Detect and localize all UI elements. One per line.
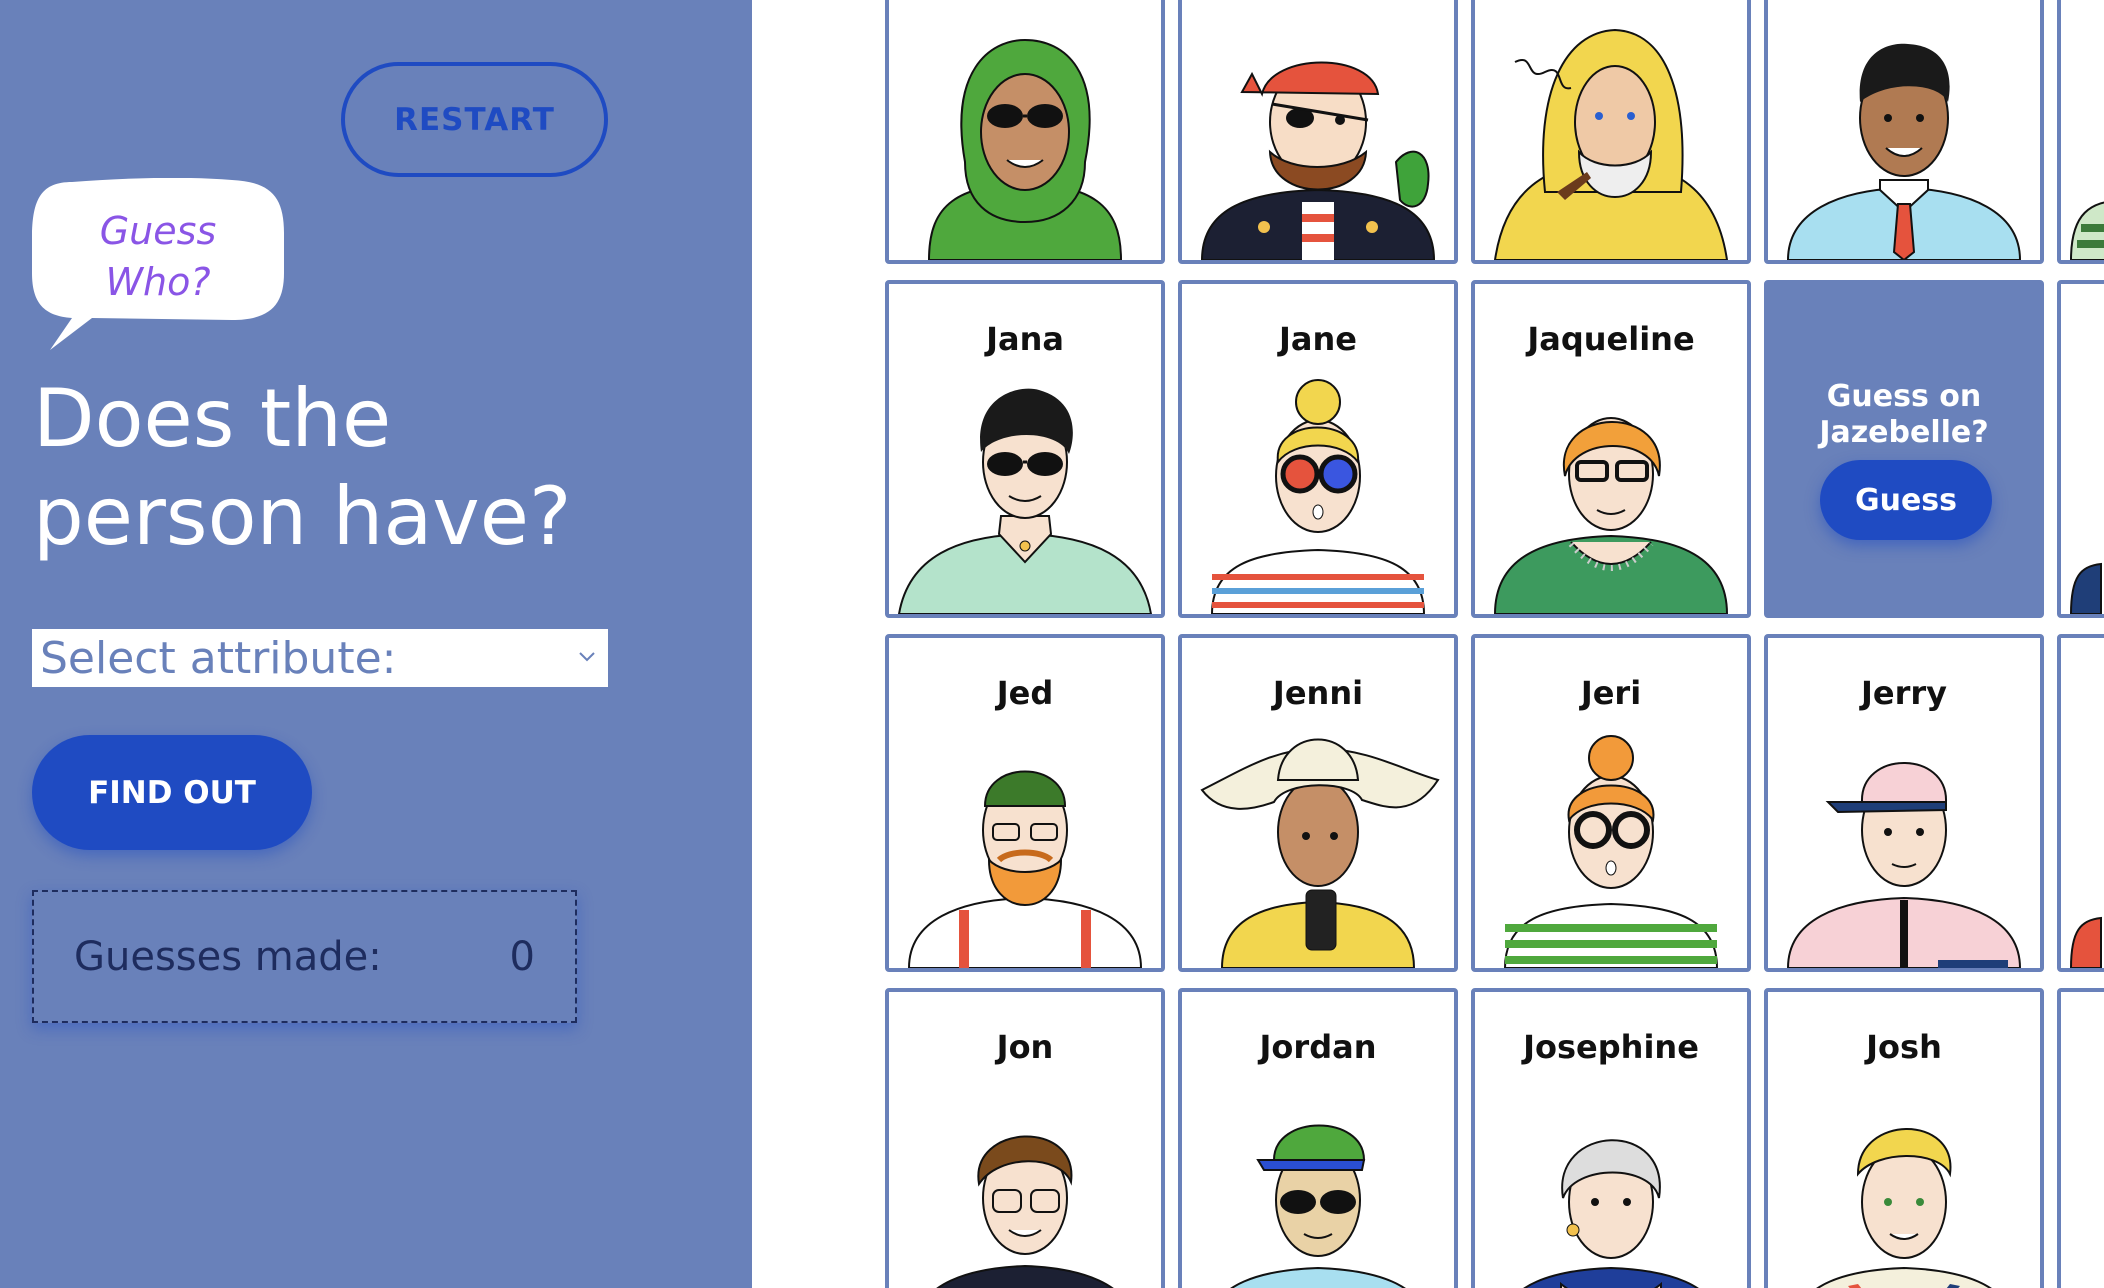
character-name: Jeri bbox=[1580, 674, 1642, 712]
character-card[interactable] bbox=[885, 0, 1165, 264]
character-name: Jana bbox=[986, 320, 1064, 358]
character-card[interactable]: Jerry bbox=[1764, 634, 2044, 972]
character-portrait bbox=[1200, 738, 1440, 968]
character-portrait bbox=[2069, 201, 2104, 260]
character-name: Jaqueline bbox=[1527, 320, 1695, 358]
chevron-down-icon bbox=[579, 652, 595, 662]
character-card[interactable] bbox=[1764, 0, 2044, 264]
guesses-counter: Guesses made: 0 bbox=[32, 890, 577, 1023]
character-card[interactable]: Jaqueline bbox=[1471, 280, 1751, 618]
guess-who-app: RESTART Guess Who? Does the person have?… bbox=[0, 0, 2104, 1288]
question-heading: Does the person have? bbox=[33, 370, 733, 566]
guess-prompt-line-1: Guess on bbox=[1826, 379, 1982, 414]
character-portrait bbox=[907, 770, 1143, 968]
character-card[interactable] bbox=[2057, 0, 2104, 264]
attribute-select-label: Select attribute: bbox=[40, 632, 397, 684]
character-portrait bbox=[1230, 1124, 1406, 1288]
guess-button[interactable]: Guess bbox=[1820, 460, 1992, 540]
character-card[interactable]: Jed bbox=[885, 634, 1165, 972]
character-portrait bbox=[1493, 28, 1729, 260]
logo-line-1: Guess bbox=[99, 209, 217, 253]
guess-who-logo: Guess Who? bbox=[32, 178, 284, 350]
attribute-select[interactable]: Select attribute: bbox=[32, 629, 608, 687]
character-name: Jenni bbox=[1272, 674, 1364, 712]
character-portrait bbox=[897, 388, 1153, 614]
character-name: Jordan bbox=[1259, 1028, 1377, 1066]
sidebar: RESTART Guess Who? Does the person have?… bbox=[0, 0, 752, 1288]
character-card[interactable]: Jenni bbox=[1178, 634, 1458, 972]
guess-prompt: Guess on Jazebelle? bbox=[1768, 379, 2040, 451]
question-line-2: person have? bbox=[33, 470, 572, 563]
character-portrait bbox=[1210, 379, 1426, 614]
character-portrait bbox=[927, 38, 1123, 260]
character-portrait bbox=[1786, 762, 2022, 968]
character-portrait bbox=[1493, 417, 1729, 614]
character-name: Jed bbox=[996, 674, 1054, 712]
character-portrait bbox=[2069, 562, 2102, 614]
selected-character-card[interactable]: Guess on Jazebelle? Guess bbox=[1764, 280, 2044, 618]
character-portrait bbox=[936, 1135, 1114, 1288]
question-line-1: Does the bbox=[33, 372, 392, 465]
character-name: Jerry bbox=[1860, 674, 1948, 712]
restart-button[interactable]: RESTART bbox=[341, 62, 608, 177]
character-card[interactable]: Jordan bbox=[1178, 988, 1458, 1288]
logo-line-2: Who? bbox=[105, 260, 211, 304]
character-portrait bbox=[1786, 43, 2022, 260]
character-portrait bbox=[1816, 1128, 1992, 1288]
guesses-label: Guesses made: bbox=[74, 934, 382, 980]
character-card[interactable] bbox=[2057, 988, 2104, 1288]
character-name: Josh bbox=[1866, 1028, 1942, 1066]
character-board: Jana Jane Jaqueline Guess on Jazebelle? … bbox=[752, 0, 2104, 1288]
character-portrait bbox=[1503, 735, 1719, 968]
character-card[interactable]: Josephine bbox=[1471, 988, 1751, 1288]
character-card[interactable]: Jane bbox=[1178, 280, 1458, 618]
character-portrait bbox=[1523, 1139, 1699, 1288]
character-card[interactable]: Jana bbox=[885, 280, 1165, 618]
character-card[interactable]: Jeri bbox=[1471, 634, 1751, 972]
character-card[interactable]: Josh bbox=[1764, 988, 2044, 1288]
character-name: Jane bbox=[1279, 320, 1357, 358]
character-card[interactable] bbox=[2057, 280, 2104, 618]
find-out-button[interactable]: FIND OUT bbox=[32, 735, 312, 850]
character-card[interactable] bbox=[1471, 0, 1751, 264]
character-name: Jon bbox=[996, 1028, 1054, 1066]
character-name: Josephine bbox=[1523, 1028, 1699, 1066]
character-card[interactable]: Jon bbox=[885, 988, 1165, 1288]
character-card[interactable] bbox=[1178, 0, 1458, 264]
character-portrait bbox=[2069, 916, 2102, 968]
guess-prompt-line-2: Jazebelle? bbox=[1819, 415, 1989, 450]
guesses-count: 0 bbox=[509, 934, 535, 980]
character-portrait bbox=[1200, 61, 1436, 260]
character-card[interactable] bbox=[2057, 634, 2104, 972]
